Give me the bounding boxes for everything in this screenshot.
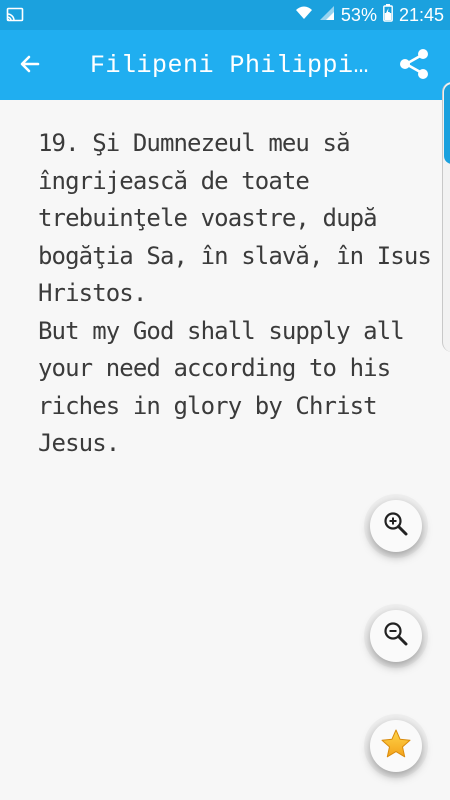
- verse-english: But my God shall supply all your need ac…: [38, 316, 405, 458]
- clock: 21:45: [398, 4, 444, 25]
- scroll-thumb[interactable]: [444, 84, 450, 164]
- battery-icon: [383, 3, 393, 27]
- battery-percent: 53%: [340, 4, 377, 25]
- zoom-out-button[interactable]: [370, 610, 422, 662]
- cast-icon: [6, 6, 24, 24]
- star-icon: [380, 728, 412, 765]
- page-title: Filipeni Philippi…: [90, 51, 370, 80]
- back-arrow-icon: [18, 52, 42, 81]
- share-icon: [397, 47, 431, 86]
- share-button[interactable]: [396, 48, 432, 84]
- zoom-out-icon: [383, 621, 409, 652]
- signal-icon: [319, 5, 335, 26]
- verse-text: 19. Şi Dumnezeul meu să îngrijească de t…: [38, 125, 433, 463]
- back-button[interactable]: [14, 50, 46, 82]
- favorite-button[interactable]: [370, 720, 422, 772]
- status-bar: 53% 21:45: [0, 0, 450, 30]
- zoom-in-icon: [383, 511, 409, 542]
- wifi-icon: [295, 5, 313, 26]
- zoom-in-button[interactable]: [370, 500, 422, 552]
- app-bar: Filipeni Philippi…: [0, 30, 450, 100]
- verse-romanian: 19. Şi Dumnezeul meu să îngrijească de t…: [38, 129, 432, 307]
